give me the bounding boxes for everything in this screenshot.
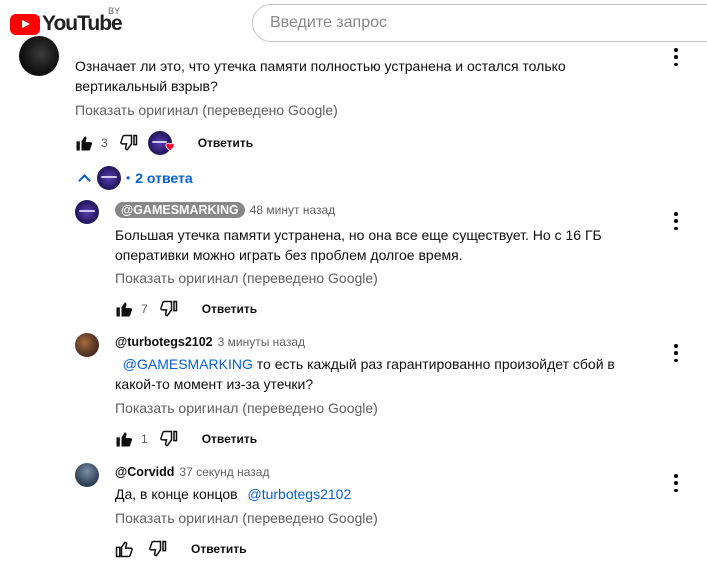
- comment-author-line: @turbotegs2102 3 минуты назад: [115, 335, 305, 349]
- more-actions-icon[interactable]: [673, 48, 679, 66]
- comment-text: Означает ли это, что утечка памяти полно…: [75, 58, 566, 94]
- like-filled-icon[interactable]: [113, 428, 135, 450]
- reply-button[interactable]: Ответить: [198, 136, 253, 150]
- like-filled-icon[interactable]: [113, 298, 135, 320]
- youtube-play-icon: [10, 13, 40, 35]
- youtube-logo[interactable]: YouTube: [10, 12, 123, 36]
- region-code: BY: [108, 6, 121, 16]
- avatar[interactable]: [75, 463, 99, 487]
- show-original-link[interactable]: Показать оригинал (переведено Google): [75, 102, 338, 118]
- comment-author-line: @GAMESMARKING 48 минут назад: [115, 202, 335, 218]
- comment-actions: 1 Ответить: [113, 427, 257, 451]
- timestamp[interactable]: 3 минуты назад: [218, 335, 305, 349]
- comment-text: @GAMESMARKING то есть каждый раз гаранти…: [115, 354, 635, 394]
- mention-link[interactable]: @GAMESMARKING: [123, 356, 253, 372]
- search-input[interactable]: Введите запрос: [252, 4, 707, 42]
- comment-actions: 3 Ответить: [73, 131, 253, 155]
- author-name[interactable]: @Corvidd: [115, 465, 174, 479]
- reply-button[interactable]: Ответить: [202, 432, 257, 446]
- heart-icon: [165, 142, 175, 152]
- like-filled-icon[interactable]: [73, 132, 95, 154]
- show-original-link[interactable]: Показать оригинал (переведено Google): [115, 400, 378, 416]
- timestamp[interactable]: 37 секунд назад: [179, 465, 269, 479]
- replies-count-label: 2 ответа: [135, 170, 193, 186]
- comment-author-line: @Corvidd 37 секунд назад: [115, 465, 269, 479]
- reply-button[interactable]: Ответить: [202, 302, 257, 316]
- replies-toggle[interactable]: • 2 ответа: [78, 166, 193, 190]
- show-original-link[interactable]: Показать оригинал (переведено Google): [115, 270, 378, 286]
- like-count: 7: [141, 302, 148, 316]
- dislike-icon[interactable]: [158, 298, 180, 320]
- dislike-icon[interactable]: [147, 538, 169, 560]
- like-count: 3: [101, 136, 108, 150]
- show-original-link[interactable]: Показать оригинал (переведено Google): [115, 510, 378, 526]
- chevron-up-icon: [78, 173, 91, 187]
- comment-actions: 7 Ответить: [113, 297, 257, 321]
- avatar[interactable]: [19, 36, 59, 76]
- comment-text: Большая утечка памяти устранена, но она …: [115, 227, 602, 263]
- more-actions-icon[interactable]: [673, 344, 679, 362]
- reply-button[interactable]: Ответить: [191, 542, 246, 556]
- search-placeholder: Введите запрос: [270, 14, 387, 31]
- separator-dot: •: [126, 171, 131, 185]
- avatar[interactable]: [75, 200, 99, 224]
- dislike-icon[interactable]: [158, 428, 180, 450]
- like-count: 1: [141, 432, 148, 446]
- like-icon[interactable]: [113, 538, 135, 560]
- comment-actions: Ответить: [113, 537, 246, 561]
- mention-link[interactable]: @turbotegs2102: [248, 486, 352, 502]
- timestamp[interactable]: 48 минут назад: [250, 203, 335, 217]
- author-name[interactable]: @GAMESMARKING: [115, 202, 245, 218]
- more-actions-icon[interactable]: [673, 474, 679, 492]
- comment-text: Да, в конце концов @turbotegs2102: [115, 484, 635, 504]
- dislike-icon[interactable]: [118, 132, 140, 154]
- avatar[interactable]: [75, 333, 99, 357]
- replier-avatar: [97, 166, 121, 190]
- author-name[interactable]: @turbotegs2102: [115, 335, 213, 349]
- more-actions-icon[interactable]: [673, 212, 679, 230]
- top-bar: YouTube BY Введите запрос: [0, 0, 707, 44]
- comment-body: Да, в конце концов: [115, 486, 242, 502]
